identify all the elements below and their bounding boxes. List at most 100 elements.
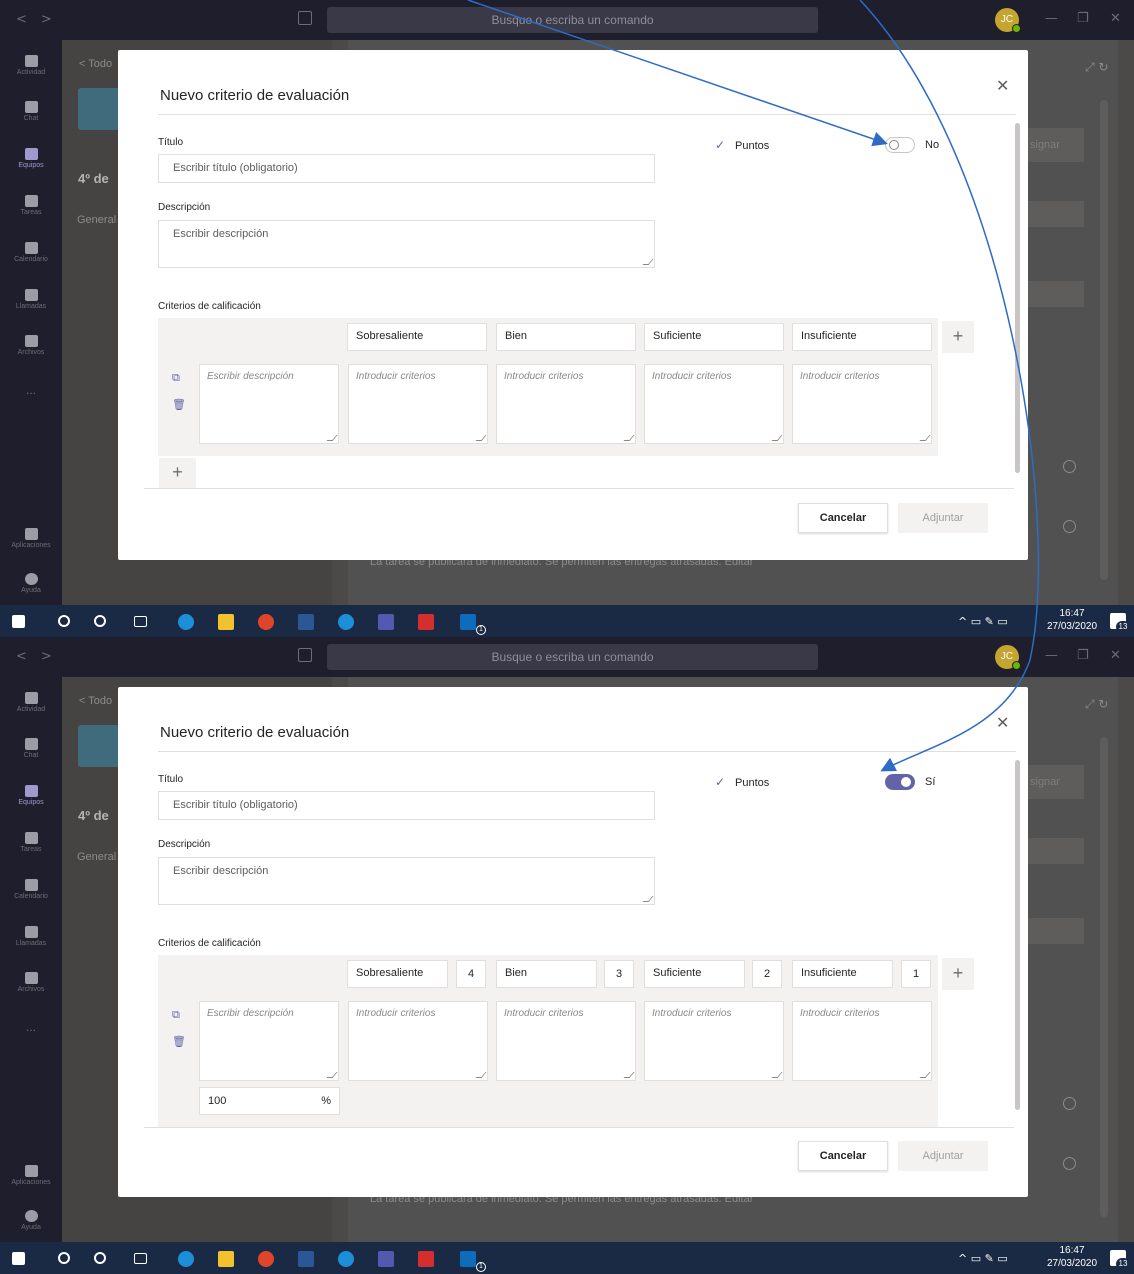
windows-start-icon[interactable]: [12, 615, 25, 628]
search-input[interactable]: Busque o escriba un comando: [327, 644, 818, 670]
points-input[interactable]: 2: [752, 960, 782, 988]
rail-chat[interactable]: Chat: [0, 738, 62, 759]
acrobat-icon[interactable]: [418, 1251, 434, 1267]
criteria-input[interactable]: Introducir criterios: [348, 1001, 488, 1081]
rail-llamadas[interactable]: Llamadas: [0, 926, 62, 947]
points-input[interactable]: 4: [456, 960, 486, 988]
points-toggle[interactable]: [885, 137, 915, 153]
resize-handle[interactable]: [475, 1072, 487, 1078]
search-icon[interactable]: [58, 615, 70, 627]
word-icon[interactable]: [298, 614, 314, 630]
title-input[interactable]: Escribir título (obligatorio): [158, 791, 655, 820]
close-icon[interactable]: ✕: [996, 713, 1009, 732]
rail-tareas[interactable]: Tareas: [0, 832, 62, 853]
minimize-icon[interactable]: —: [1045, 648, 1058, 663]
criteria-input[interactable]: Introducir criterios: [644, 364, 784, 444]
clock-date[interactable]: 27/03/2020: [1042, 621, 1102, 633]
back-forward-arrows[interactable]: <>: [16, 649, 66, 664]
clock-time[interactable]: 16:47: [1042, 608, 1102, 620]
attach-button[interactable]: Adjuntar: [898, 1141, 988, 1171]
cortana-icon[interactable]: [94, 1252, 106, 1264]
task-view-icon[interactable]: [134, 1253, 147, 1264]
rail-actividad[interactable]: Actividad: [0, 692, 62, 713]
close-window-icon[interactable]: ✕: [1110, 648, 1121, 663]
title-input[interactable]: Escribir título (obligatorio): [158, 154, 655, 183]
row-description-input[interactable]: Escribir descripción: [199, 1001, 339, 1081]
minimize-icon[interactable]: —: [1045, 11, 1058, 26]
internet-explorer-icon[interactable]: [338, 1251, 354, 1267]
search-input[interactable]: Busque o escriba un comando: [327, 7, 818, 33]
teams-icon[interactable]: [378, 1251, 394, 1267]
chrome-icon[interactable]: [258, 614, 274, 630]
rail-archivos[interactable]: Archivos: [0, 972, 62, 993]
expand-icon[interactable]: ⤢ ↻: [1085, 60, 1108, 75]
assign-button[interactable]: signar: [1022, 765, 1084, 799]
level-input[interactable]: Bien: [496, 960, 597, 988]
teams-icon[interactable]: [378, 614, 394, 630]
search-icon[interactable]: [58, 1252, 70, 1264]
resize-handle[interactable]: [623, 1072, 635, 1078]
close-window-icon[interactable]: ✕: [1110, 11, 1121, 26]
add-level-button[interactable]: +: [942, 321, 974, 353]
resize-handle[interactable]: [326, 1072, 338, 1078]
attach-button[interactable]: Adjuntar: [898, 503, 988, 533]
criteria-input[interactable]: Introducir criterios: [792, 364, 932, 444]
back-link[interactable]: < Todo: [79, 58, 112, 70]
level-input[interactable]: Suficiente: [644, 323, 784, 351]
maximize-icon[interactable]: ❐: [1077, 11, 1089, 26]
add-level-button[interactable]: +: [942, 958, 974, 990]
compose-icon[interactable]: [298, 648, 312, 662]
clock-date[interactable]: 27/03/2020: [1042, 1258, 1102, 1270]
expand-icon[interactable]: ⤢ ↻: [1085, 697, 1108, 712]
mail-icon[interactable]: [460, 614, 476, 630]
level-input[interactable]: Insuficiente: [792, 323, 932, 351]
points-input[interactable]: 1: [901, 960, 931, 988]
rail-calendario[interactable]: Calendario: [0, 242, 62, 263]
word-icon[interactable]: [298, 1251, 314, 1267]
add-row-button[interactable]: +: [159, 458, 196, 488]
level-input[interactable]: Sobresaliente: [347, 323, 487, 351]
criteria-input[interactable]: Introducir criterios: [496, 1001, 636, 1081]
delete-icon[interactable]: 🗑: [172, 1035, 186, 1048]
criteria-input[interactable]: Introducir criterios: [644, 1001, 784, 1081]
file-explorer-icon[interactable]: [218, 614, 234, 630]
points-toggle[interactable]: [885, 774, 915, 790]
edge-icon[interactable]: [178, 1251, 194, 1267]
rail-ayuda[interactable]: Ayuda: [0, 1210, 62, 1231]
criteria-input[interactable]: Introducir criterios: [496, 364, 636, 444]
assign-button[interactable]: signar: [1022, 128, 1084, 162]
rail-llamadas[interactable]: Llamadas: [0, 289, 62, 310]
mail-icon[interactable]: [460, 1251, 476, 1267]
row-description-input[interactable]: Escribir descripción: [199, 364, 339, 444]
tray-icons[interactable]: ^ ▭ ✎ ▭: [958, 615, 1008, 628]
acrobat-icon[interactable]: [418, 614, 434, 630]
channel-general[interactable]: General: [77, 214, 116, 226]
rail-aplicaciones[interactable]: Aplicaciones: [0, 1165, 62, 1186]
cancel-button[interactable]: Cancelar: [798, 503, 888, 533]
chrome-icon[interactable]: [258, 1251, 274, 1267]
rail-tareas[interactable]: Tareas: [0, 195, 62, 216]
resize-handle[interactable]: [919, 435, 931, 441]
resize-handle[interactable]: [642, 259, 654, 265]
resize-handle[interactable]: [771, 1072, 783, 1078]
tray-icons[interactable]: ^ ▭ ✎ ▭: [958, 1252, 1008, 1265]
internet-explorer-icon[interactable]: [338, 614, 354, 630]
copy-icon[interactable]: ⧉: [172, 372, 180, 385]
cortana-icon[interactable]: [94, 615, 106, 627]
rail-more[interactable]: ...: [0, 383, 62, 397]
rail-calendario[interactable]: Calendario: [0, 879, 62, 900]
rail-aplicaciones[interactable]: Aplicaciones: [0, 528, 62, 549]
level-input[interactable]: Bien: [496, 323, 636, 351]
rail-chat[interactable]: Chat: [0, 101, 62, 122]
back-link[interactable]: < Todo: [79, 695, 112, 707]
rail-equipos[interactable]: Equipos: [0, 148, 62, 169]
file-explorer-icon[interactable]: [218, 1251, 234, 1267]
points-input[interactable]: 3: [604, 960, 634, 988]
edge-icon[interactable]: [178, 614, 194, 630]
level-input[interactable]: Insuficiente: [792, 960, 893, 988]
windows-start-icon[interactable]: [12, 1252, 25, 1265]
back-forward-arrows[interactable]: <>: [16, 12, 66, 27]
resize-handle[interactable]: [642, 896, 654, 902]
rail-equipos[interactable]: Equipos: [0, 785, 62, 806]
task-view-icon[interactable]: [134, 616, 147, 627]
